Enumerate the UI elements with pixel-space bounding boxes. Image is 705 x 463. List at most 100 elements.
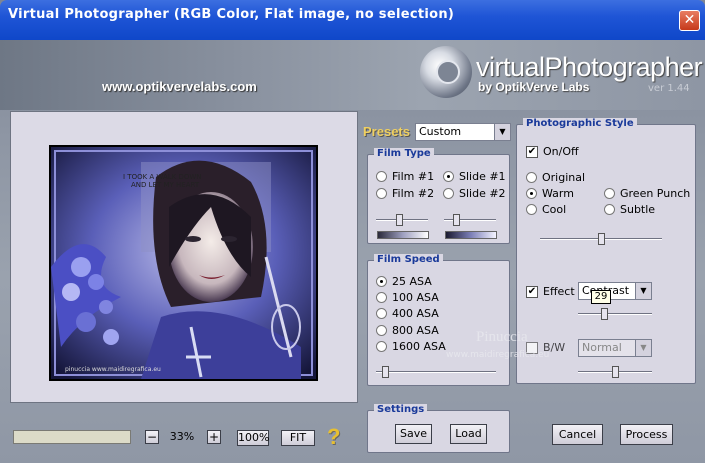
window-title: Virtual Photographer (RGB Color, Flat im…: [8, 7, 455, 22]
slider-thumb[interactable]: [453, 214, 460, 226]
style-warm-label: Warm: [542, 187, 574, 200]
effect-checkbox[interactable]: ✔ Effect: [526, 285, 575, 298]
style-green-punch-label: Green Punch: [620, 187, 691, 200]
style-slider[interactable]: [540, 233, 662, 245]
slider-track: [376, 371, 496, 373]
film-type-film1-label: Film #1: [392, 170, 435, 183]
help-icon[interactable]: ?: [327, 424, 340, 450]
film-speed-400[interactable]: 400 ASA: [376, 307, 439, 320]
image-credit: pinuccia www.maidiregrafica.eu: [65, 366, 161, 373]
logo-byline: by OptikVerve Labs: [478, 80, 590, 94]
film-type-slide1-label: Slide #1: [459, 170, 506, 183]
preview-artwork: I TOOK A WALK DOWN AND LET MY HEART pinu…: [51, 147, 316, 379]
radio-icon: [376, 325, 387, 336]
radio-icon: [526, 172, 537, 183]
logo-text: virtualPhotographer: [476, 52, 703, 82]
close-button[interactable]: ✕: [679, 10, 700, 31]
presets-dropdown[interactable]: Custom ▼: [415, 123, 511, 141]
style-warm[interactable]: Warm: [526, 187, 574, 200]
bw-slider[interactable]: [578, 366, 652, 378]
logo-inner-ring: [436, 60, 460, 84]
radio-icon: [526, 204, 537, 215]
presets-label: Presets: [363, 124, 410, 139]
checkbox-checked-icon: ✔: [526, 285, 538, 298]
style-onoff-checkbox[interactable]: ✔ On/Off: [526, 145, 579, 158]
checkbox-checked-icon: ✔: [526, 145, 538, 158]
slider-thumb[interactable]: [612, 366, 619, 378]
zoom-100-button[interactable]: 100%: [237, 430, 269, 446]
film-speed-title: Film Speed: [374, 254, 443, 265]
radio-selected-icon: [376, 276, 387, 287]
film-speed-400-label: 400 ASA: [392, 307, 439, 320]
watermark-name: Pinuccia: [476, 329, 528, 345]
image-quote-line-2: AND LET MY HEART: [131, 181, 200, 189]
style-original[interactable]: Original: [526, 171, 585, 184]
slider-thumb[interactable]: [396, 214, 403, 226]
film-type-title: Film Type: [374, 148, 434, 159]
film-type-film2-label: Film #2: [392, 187, 435, 200]
save-button[interactable]: Save: [395, 424, 432, 444]
slider-thumb[interactable]: [601, 308, 608, 320]
style-onoff-label: On/Off: [543, 145, 579, 158]
film-speed-100-label: 100 ASA: [392, 291, 439, 304]
radio-icon: [443, 188, 454, 199]
process-button[interactable]: Process: [620, 424, 673, 445]
radio-icon: [376, 188, 387, 199]
photographic-style-title: Photographic Style: [523, 118, 637, 129]
radio-icon: [376, 341, 387, 352]
film-type-gradient-right: [445, 231, 497, 239]
radio-icon: [604, 188, 615, 199]
zoom-value: 33%: [169, 430, 195, 443]
film-type-slide1[interactable]: Slide #1: [443, 170, 506, 183]
chevron-down-icon[interactable]: ▼: [635, 340, 651, 356]
film-type-slider-left[interactable]: [376, 214, 428, 226]
style-subtle[interactable]: Subtle: [604, 203, 655, 216]
slider-thumb[interactable]: [598, 233, 605, 245]
zoom-fit-button[interactable]: FIT: [281, 430, 315, 446]
style-cool[interactable]: Cool: [526, 203, 566, 216]
film-speed-100[interactable]: 100 ASA: [376, 291, 439, 304]
chevron-down-icon[interactable]: ▼: [494, 124, 510, 140]
radio-selected-icon: [526, 188, 537, 199]
cancel-button[interactable]: Cancel: [552, 424, 603, 445]
slider-track: [444, 219, 496, 221]
slider-track: [578, 313, 652, 315]
film-speed-800[interactable]: 800 ASA: [376, 324, 439, 337]
version-label: ver 1.44: [648, 83, 690, 94]
settings-title: Settings: [374, 404, 428, 415]
style-original-label: Original: [542, 171, 586, 184]
zoom-in-button[interactable]: +: [207, 430, 221, 444]
watermark-site: www.maidiregrafica.eu: [446, 350, 550, 360]
film-type-film2[interactable]: Film #2: [376, 187, 434, 200]
presets-value: Custom: [419, 125, 462, 138]
film-speed-25[interactable]: 25 ASA: [376, 275, 432, 288]
load-button[interactable]: Load: [450, 424, 487, 444]
website-link[interactable]: www.optikvervelabs.com: [102, 79, 257, 94]
effect-dropdown[interactable]: Contrast ▼: [578, 282, 652, 300]
effect-label: Effect: [543, 285, 575, 298]
slider-thumb[interactable]: [382, 366, 389, 378]
film-type-film1[interactable]: Film #1: [376, 170, 434, 183]
bw-dropdown[interactable]: Normal ▼: [578, 339, 652, 357]
film-type-slide2[interactable]: Slide #2: [443, 187, 506, 200]
preview-image[interactable]: I TOOK A WALK DOWN AND LET MY HEART pinu…: [49, 145, 318, 381]
film-speed-slider[interactable]: [376, 366, 496, 378]
zoom-out-button[interactable]: −: [145, 430, 159, 444]
film-type-slider-right[interactable]: [444, 214, 496, 226]
radio-icon: [376, 292, 387, 303]
film-speed-800-label: 800 ASA: [392, 324, 439, 337]
radio-selected-icon: [443, 171, 454, 182]
style-cool-label: Cool: [542, 203, 567, 216]
film-speed-1600[interactable]: 1600 ASA: [376, 340, 446, 353]
progress-field: [13, 430, 131, 444]
style-green-punch[interactable]: Green Punch: [604, 187, 690, 200]
effect-slider[interactable]: [578, 308, 652, 320]
title-bar[interactable]: Virtual Photographer (RGB Color, Flat im…: [0, 0, 705, 40]
radio-icon: [604, 204, 615, 215]
plugin-window: Virtual Photographer (RGB Color, Flat im…: [0, 0, 705, 463]
chevron-down-icon[interactable]: ▼: [635, 283, 651, 299]
radio-icon: [376, 308, 387, 319]
effect-value-tooltip: 29: [591, 290, 611, 304]
film-type-gradient-left: [377, 231, 429, 239]
radio-icon: [376, 171, 387, 182]
